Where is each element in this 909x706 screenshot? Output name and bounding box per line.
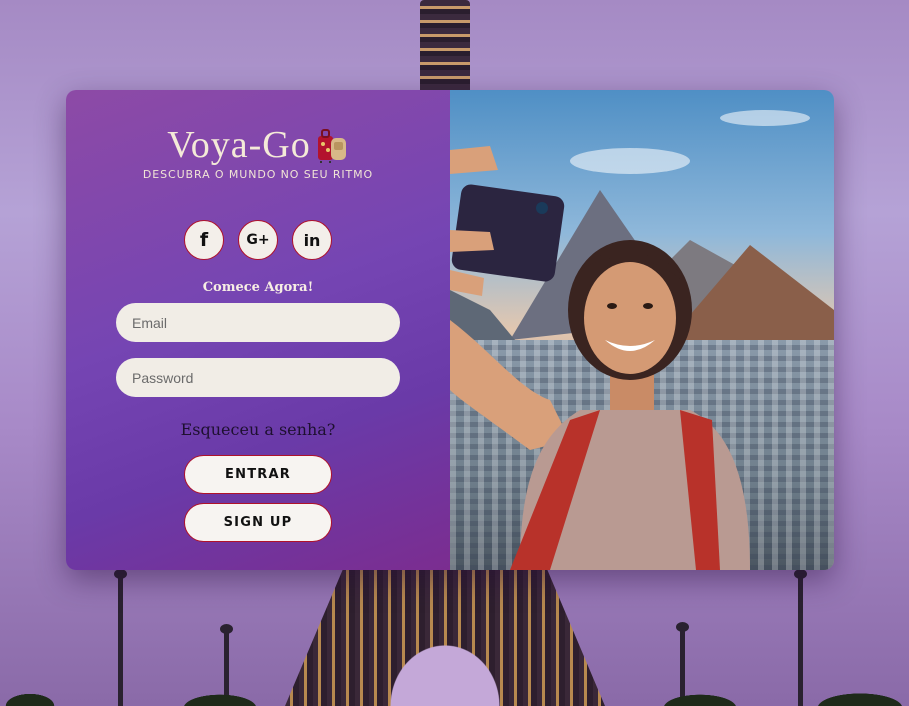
logo: Voya-Go — [66, 124, 450, 166]
login-card: Voya-Go DESCUBRA O MUNDO NO SEU RITMO f — [66, 90, 834, 570]
social-login-group: f G+ in — [66, 220, 450, 260]
tagline: DESCUBRA O MUNDO NO SEU RITMO — [142, 168, 374, 181]
google-plus-button[interactable]: G+ — [238, 220, 278, 260]
signup-button[interactable]: SIGN UP — [184, 503, 332, 542]
luggage-icon — [317, 129, 346, 163]
brand-header: Voya-Go DESCUBRA O MUNDO NO SEU RITMO — [66, 124, 450, 181]
facebook-button[interactable]: f — [184, 220, 224, 260]
password-input[interactable] — [116, 358, 400, 397]
tree-line — [0, 674, 909, 706]
login-button[interactable]: ENTRAR — [184, 455, 332, 494]
photo-cloud — [720, 110, 810, 126]
hero-photo — [450, 90, 834, 570]
google-plus-icon: G+ — [246, 232, 270, 248]
brand-name: Voya-Go — [167, 124, 311, 166]
facebook-icon: f — [199, 229, 209, 251]
photo-traveler — [450, 146, 750, 570]
linkedin-icon: in — [303, 230, 321, 250]
email-input[interactable] — [116, 303, 400, 342]
linkedin-button[interactable]: in — [292, 220, 332, 260]
cta-heading: Comece Agora! — [202, 280, 314, 295]
forgot-password-link[interactable]: Esqueceu a senha? — [66, 420, 450, 439]
eiffel-tower-top — [420, 0, 470, 95]
login-panel: Voya-Go DESCUBRA O MUNDO NO SEU RITMO f — [66, 90, 450, 570]
